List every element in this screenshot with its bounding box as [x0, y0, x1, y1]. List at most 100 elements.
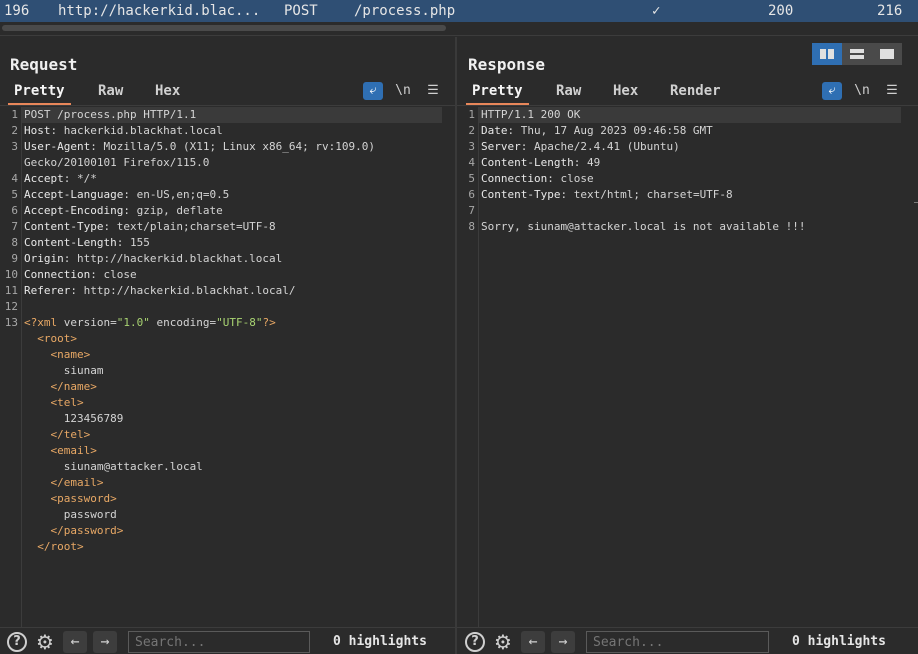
line-content: </tel> [50, 428, 91, 441]
code-line: <password> [0, 491, 455, 507]
history-scrollbar[interactable] [0, 22, 918, 34]
response-title: Response [468, 55, 546, 74]
header-name: Host [24, 124, 51, 137]
header-value: Mozilla/5.0 (X11; Linux x86_64; rv:109.0… [103, 140, 376, 153]
request-editor[interactable]: 1 POST /process.php HTTP/1.1 2 Host: hacker… [0, 107, 455, 628]
code-line: 8 Content-Length: 155 [0, 235, 455, 251]
line-number: 9 [11, 252, 18, 265]
code-line: 4 Accept: */* [0, 171, 455, 187]
word-wrap-icon[interactable]: ⤶ [822, 82, 842, 100]
settings-gear-icon[interactable]: ⚙ [35, 632, 55, 652]
line-content: Accept-Encoding: gzip, deflate [24, 204, 223, 217]
header-value: en-US,en;q=0.5 [136, 188, 230, 201]
code-line: </tel> [0, 427, 455, 443]
request-search-input[interactable] [128, 631, 310, 653]
code-line: </password> [0, 523, 455, 539]
response-tab-hex[interactable]: Hex [607, 81, 644, 103]
history-status: 200 [768, 3, 794, 19]
history-length: 216 [877, 3, 903, 19]
word-wrap-icon[interactable]: ⤶ [363, 82, 383, 100]
code-line: </name> [0, 379, 455, 395]
history-edited-check: ✓ [652, 3, 661, 19]
request-tab-hex[interactable]: Hex [149, 81, 186, 103]
line-number: 7 [468, 204, 475, 217]
history-host: http://hackerkid.blac... [58, 3, 261, 19]
code-line: 6 Accept-Encoding: gzip, deflate [0, 203, 455, 219]
line-content: siunam@attacker.local [24, 460, 203, 473]
code-line: 7 Content-Type: text/plain;charset=UTF-8 [0, 219, 455, 235]
history-row-selected[interactable]: 196 http://hackerkid.blac... POST /proce… [0, 0, 918, 22]
response-pane: Response Pretty Raw Hex Render ⤶ \n ☰ 1H… [457, 37, 918, 654]
code-line: <tel> [0, 395, 455, 411]
header-name: Connection [24, 268, 91, 281]
line-number: 5 [11, 188, 18, 201]
help-icon[interactable]: ? [465, 632, 485, 652]
line-content: Referer: http://hackerkid.blackhat.local… [24, 284, 296, 297]
line-content: Accept: */* [24, 172, 97, 185]
request-tab-pretty[interactable]: Pretty [8, 81, 71, 106]
history-number: 196 [4, 3, 30, 19]
response-editor[interactable]: 1 HTTP/1.1 200 OK 2 Date: Thu, 17 Aug 2023 … [457, 107, 918, 628]
line-content: <name> [50, 348, 91, 361]
newline-toggle[interactable]: \n [852, 82, 872, 100]
help-icon[interactable]: ? [7, 632, 27, 652]
line-content: Date: Thu, 17 Aug 2023 09:46:58 GMT [481, 124, 713, 137]
line-number: 4 [468, 156, 475, 169]
header-name: Server [481, 140, 521, 153]
previous-match-arrow-icon[interactable]: ← [521, 631, 545, 653]
edge-marker [914, 202, 918, 203]
line-content: </name> [50, 380, 97, 393]
header-value: http://hackerkid.blackhat.local/ [83, 284, 296, 297]
line-content: Accept-Language: en-US,en;q=0.5 [24, 188, 230, 201]
line-number: 8 [11, 236, 18, 249]
response-tab-pretty[interactable]: Pretty [466, 81, 529, 106]
line-number: 1 [468, 108, 475, 121]
header-name: Connection [481, 172, 548, 185]
header-name: Content-Type [481, 188, 561, 201]
header-value: Thu, 17 Aug 2023 09:46:58 GMT [520, 124, 713, 137]
menu-icon[interactable]: ☰ [882, 82, 902, 100]
newline-toggle[interactable]: \n [393, 82, 413, 100]
request-bottom-bar: ? ⚙ ← → 0 highlights [0, 627, 455, 654]
line-number: 3 [468, 140, 475, 153]
response-tab-raw[interactable]: Raw [550, 81, 587, 103]
header-name: Referer [24, 284, 71, 297]
previous-match-arrow-icon[interactable]: ← [63, 631, 87, 653]
code-line: 3 Server: Apache/2.4.41 (Ubuntu) [457, 139, 918, 155]
next-match-arrow-icon[interactable]: → [551, 631, 575, 653]
code-line: </root> [0, 539, 455, 555]
line-number: 8 [468, 220, 475, 233]
response-highlights-count: 0 highlights [792, 634, 886, 649]
line-content: Connection: close [24, 268, 137, 281]
header-name: Accept-Encoding [24, 204, 124, 217]
line-content: User-Agent: Mozilla/5.0 (X11; Linux x86_… [24, 140, 376, 153]
code-line: 8 Sorry, siunam@attacker.local is not ava… [457, 219, 918, 235]
line-content: <?xml version="1.0" encoding="UTF-8"?> [24, 316, 276, 329]
response-tab-render[interactable]: Render [664, 81, 727, 103]
header-value: Apache/2.4.41 (Ubuntu) [534, 140, 680, 153]
line-content: Origin: http://hackerkid.blackhat.local [24, 252, 283, 265]
line-number: 13 [4, 316, 18, 329]
line-content: </root> [37, 540, 84, 553]
next-match-arrow-icon[interactable]: → [93, 631, 117, 653]
request-tab-raw[interactable]: Raw [92, 81, 129, 103]
header-value: */* [77, 172, 97, 185]
header-name: Accept-Language [24, 188, 124, 201]
header-value: gzip, deflate [136, 204, 223, 217]
response-search-input[interactable] [586, 631, 769, 653]
menu-icon[interactable]: ☰ [423, 82, 443, 100]
code-line: <email> [0, 443, 455, 459]
line-content: Content-Length: 155 [24, 236, 150, 249]
settings-gear-icon[interactable]: ⚙ [493, 632, 513, 652]
request-title: Request [10, 55, 78, 74]
line-number: 4 [11, 172, 18, 185]
line-content: password [24, 508, 117, 521]
code-line: 12 [0, 299, 455, 315]
line-number: 7 [11, 220, 18, 233]
line-content: 123456789 [24, 412, 124, 425]
header-name: Content-Type [24, 220, 104, 233]
scrollbar-thumb[interactable] [2, 25, 446, 31]
header-name: Content-Length [24, 236, 117, 249]
code-line: 6 Content-Type: text/html; charset=UTF-8 [457, 187, 918, 203]
code-line: 9 Origin: http://hackerkid.blackhat.local [0, 251, 455, 267]
